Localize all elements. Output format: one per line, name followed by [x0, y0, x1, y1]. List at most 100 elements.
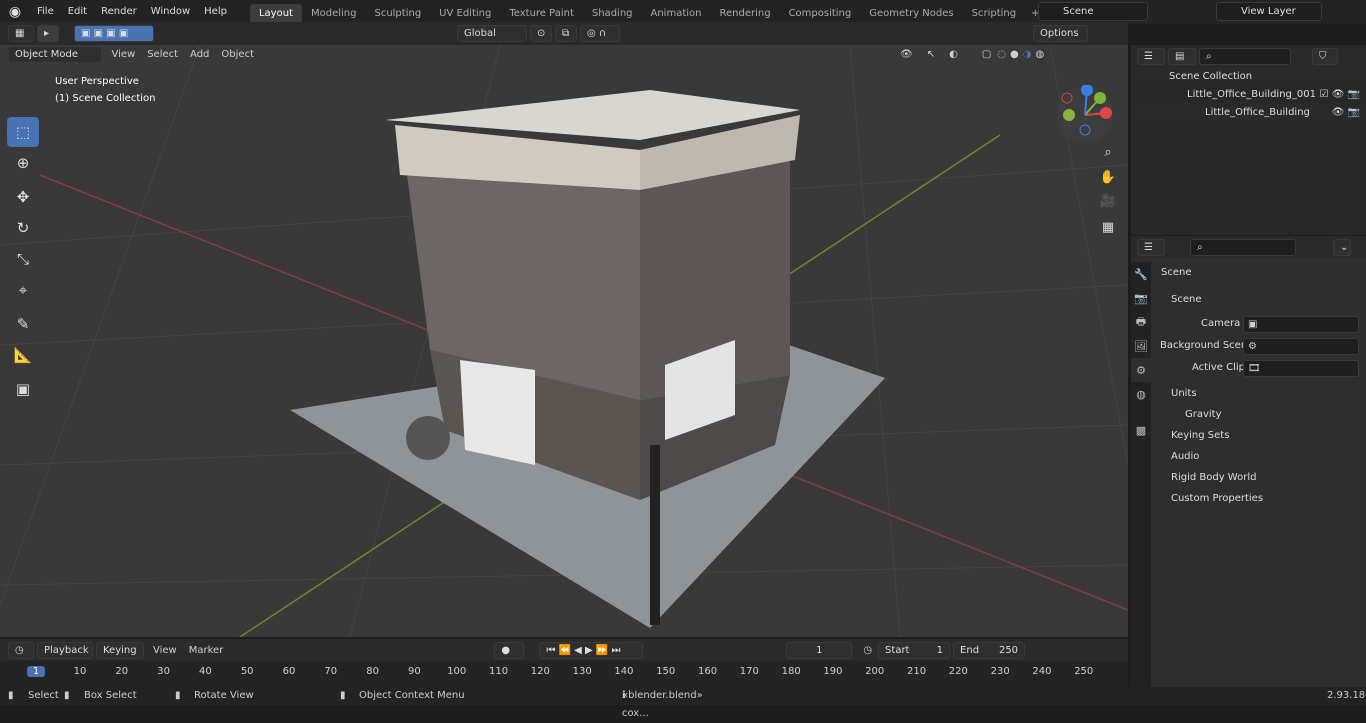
- camera-field[interactable]: ▣: [1243, 316, 1359, 333]
- mode-selector[interactable]: Object Mode: [8, 45, 103, 63]
- active-clip-field[interactable]: 🎞: [1243, 360, 1359, 377]
- select-mode-icons[interactable]: ▣ ▣ ▣ ▣: [74, 25, 154, 42]
- cursor-tool-icon[interactable]: ⊕: [7, 148, 39, 178]
- timeline-view-menu[interactable]: View: [147, 645, 183, 656]
- timeline-type-icon[interactable]: ◷: [8, 641, 34, 659]
- panel-units[interactable]: Units: [1171, 383, 1360, 404]
- tab-shading[interactable]: Shading: [583, 4, 642, 24]
- transform-tool-icon[interactable]: ⌖: [7, 275, 39, 305]
- blender-logo-icon[interactable]: ◉: [0, 0, 30, 24]
- rotate-tool-icon[interactable]: ↻: [7, 213, 39, 243]
- properties-search-input[interactable]: ⌕: [1190, 238, 1296, 256]
- tab-scripting[interactable]: Scripting: [963, 4, 1025, 24]
- output-tab-icon[interactable]: 🖶: [1131, 310, 1151, 334]
- annotate-tool-icon[interactable]: ✎: [7, 309, 39, 339]
- panel-custom-properties[interactable]: Custom Properties: [1171, 488, 1360, 509]
- frame-tick: 80: [366, 666, 379, 677]
- visibility-eye-icon[interactable]: ☑ 👁 📷: [1320, 86, 1360, 104]
- overlay-toggle-icon[interactable]: ◐: [949, 49, 958, 60]
- playback-menu[interactable]: Playback: [37, 641, 93, 659]
- end-frame-field[interactable]: End 250: [953, 641, 1026, 659]
- frame-ruler[interactable]: 1 10 20 30 40 50 60 70 80 90 100 110 120 130 140 150 160…: [0, 661, 1128, 687]
- camera-view-icon[interactable]: 🎥: [1096, 189, 1120, 213]
- pivot-icon[interactable]: ⊙: [530, 25, 552, 42]
- measure-tool-icon[interactable]: 📐: [7, 340, 39, 370]
- menu-file[interactable]: File: [30, 0, 61, 24]
- wireframe-shading-icon[interactable]: ◌: [997, 49, 1006, 60]
- panel-gravity[interactable]: Gravity: [1185, 404, 1360, 425]
- tab-texture-paint[interactable]: Texture Paint: [500, 4, 583, 24]
- move-tool-icon[interactable]: ✥: [7, 182, 39, 212]
- options-button[interactable]: Options: [1033, 25, 1088, 42]
- menu-render[interactable]: Render: [94, 0, 144, 24]
- snap-icon[interactable]: ⧉: [555, 25, 577, 42]
- menu-window[interactable]: Window: [144, 0, 197, 24]
- filter-icon[interactable]: ⛉: [1312, 47, 1338, 65]
- xray-icon[interactable]: ▢: [982, 49, 991, 60]
- panel-keying-sets[interactable]: Keying Sets: [1171, 425, 1360, 446]
- solid-shading-icon[interactable]: ●: [1010, 49, 1019, 60]
- menu-edit[interactable]: Edit: [61, 0, 94, 24]
- pan-hand-icon[interactable]: ✋: [1096, 165, 1120, 189]
- current-frame-field[interactable]: 1: [786, 641, 853, 659]
- scale-tool-icon[interactable]: ⤡: [7, 244, 39, 274]
- scene-collection-row[interactable]: Scene Collection: [1131, 68, 1366, 86]
- panel-rigid-body-world[interactable]: Rigid Body World: [1171, 467, 1360, 488]
- select-box-tool-icon[interactable]: ⬚: [7, 117, 39, 147]
- add-cube-tool-icon[interactable]: ▣: [7, 374, 39, 404]
- shop-window: [460, 360, 535, 465]
- tab-modeling[interactable]: Modeling: [302, 4, 366, 24]
- menu-help[interactable]: Help: [197, 0, 234, 24]
- scene-panel-header[interactable]: Scene: [1171, 289, 1360, 310]
- view-layer-tab-icon[interactable]: 🖼: [1131, 334, 1151, 358]
- properties-type-icon[interactable]: ☰: [1137, 238, 1165, 256]
- display-mode-icon[interactable]: ▤: [1168, 47, 1196, 65]
- material-shading-icon[interactable]: ◑: [1023, 49, 1032, 60]
- clock-icon[interactable]: ◷: [863, 645, 872, 656]
- scene-tab-icon[interactable]: ⚙: [1131, 358, 1151, 382]
- auto-key-icon[interactable]: ●: [494, 641, 525, 659]
- object-row[interactable]: Little_Office_Building 👁 📷: [1131, 104, 1366, 122]
- start-frame-field[interactable]: Start 1: [878, 641, 951, 659]
- object-eye-icon[interactable]: 👁 📷: [1332, 104, 1360, 122]
- tab-uv-editing[interactable]: UV Editing: [430, 4, 500, 24]
- texture-tab-icon[interactable]: ▩: [1131, 418, 1151, 442]
- editor-type-icon[interactable]: ▦: [8, 25, 34, 42]
- tab-rendering[interactable]: Rendering: [710, 4, 779, 24]
- menu-view[interactable]: View: [105, 49, 141, 60]
- ortho-grid-icon[interactable]: ▦: [1096, 215, 1120, 239]
- visibility-icon[interactable]: 👁: [900, 49, 913, 60]
- panel-audio[interactable]: Audio: [1171, 446, 1360, 467]
- proportional-edit-icon[interactable]: ◎ ∩: [580, 25, 620, 42]
- mouse-middle-icon: ▮: [175, 690, 181, 701]
- tab-compositing[interactable]: Compositing: [780, 4, 861, 24]
- playback-controls[interactable]: ⏮ ⏪ ◀ ▶ ⏩ ⏭: [539, 641, 644, 659]
- background-scene-field[interactable]: ⚙: [1243, 338, 1359, 355]
- view-layer-selector[interactable]: View Layer: [1216, 2, 1322, 21]
- menu-select[interactable]: Select: [141, 49, 184, 60]
- collection-row[interactable]: Little_Office_Building_001 ☑ 👁 📷: [1131, 86, 1366, 104]
- tab-layout[interactable]: Layout: [249, 4, 302, 24]
- properties-options-icon[interactable]: ⌄: [1333, 238, 1351, 256]
- scene-selector[interactable]: Scene: [1038, 2, 1148, 21]
- menu-object[interactable]: Object: [215, 49, 260, 60]
- tab-sculpting[interactable]: Sculpting: [365, 4, 430, 24]
- gizmo-toggle-icon[interactable]: ↖: [927, 49, 935, 60]
- keying-menu[interactable]: Keying: [96, 641, 144, 659]
- menu-add[interactable]: Add: [184, 49, 215, 60]
- zoom-icon[interactable]: ⌕: [1096, 140, 1120, 164]
- navigation-gizmo[interactable]: [1055, 85, 1115, 145]
- render-tab-icon[interactable]: 📷: [1131, 286, 1151, 310]
- transform-orientation[interactable]: Global: [457, 25, 527, 42]
- tab-animation[interactable]: Animation: [642, 4, 711, 24]
- rendered-shading-icon[interactable]: ◍: [1035, 49, 1044, 60]
- 3d-viewport[interactable]: User Perspective (1) Scene Collection ⬚ …: [0, 45, 1128, 637]
- select-tool-icon[interactable]: ▸: [37, 25, 59, 42]
- marker-menu[interactable]: Marker: [183, 645, 230, 656]
- outliner-search-input[interactable]: ⌕: [1199, 47, 1291, 65]
- tab-geometry-nodes[interactable]: Geometry Nodes: [860, 4, 962, 24]
- tool-tab-icon[interactable]: 🔧: [1131, 262, 1151, 286]
- street-lamp: [650, 445, 660, 625]
- world-tab-icon[interactable]: ◍: [1131, 382, 1151, 406]
- outliner-type-icon[interactable]: ☰: [1137, 47, 1165, 65]
